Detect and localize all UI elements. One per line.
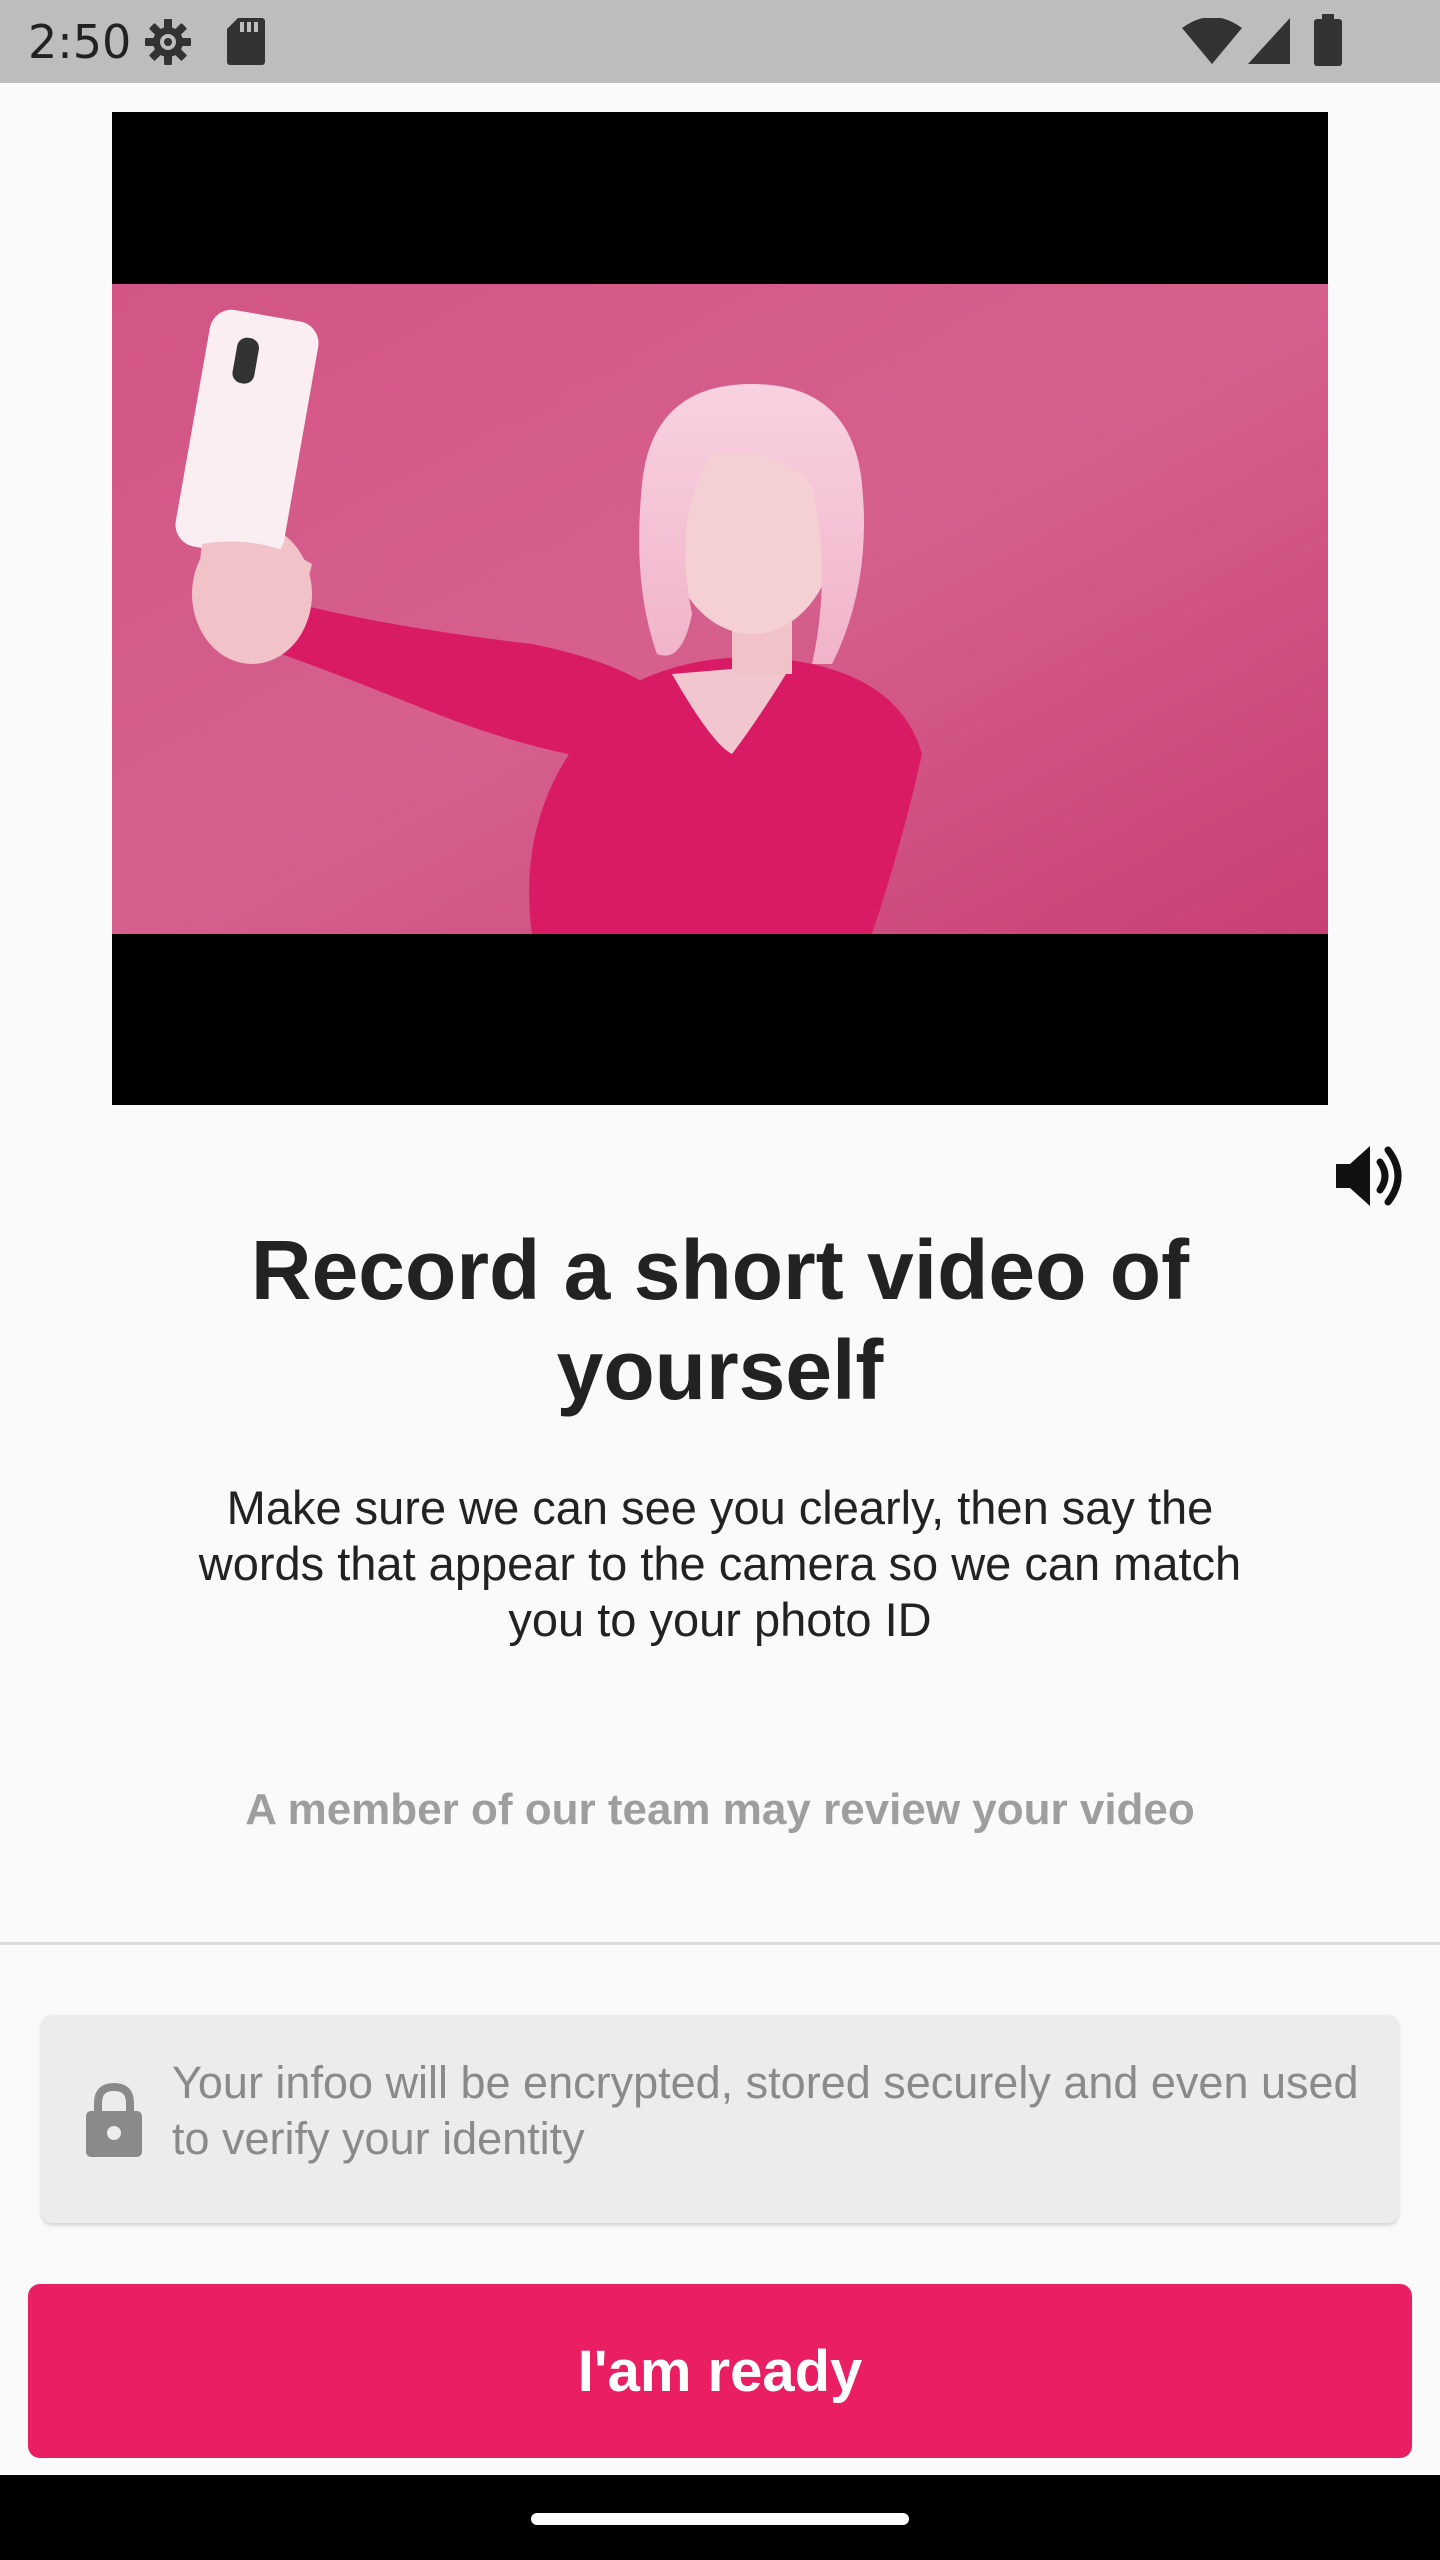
security-info-text: Your infoo will be encrypted, stored sec…	[172, 2057, 1359, 2164]
home-indicator[interactable]	[531, 2513, 909, 2525]
volume-up-icon	[1336, 1146, 1402, 1206]
video-player[interactable]	[112, 112, 1328, 1105]
instructions-text: Make sure we can see you clearly, then s…	[198, 1481, 1242, 1646]
battery-icon	[1312, 14, 1344, 71]
volume-toggle-button[interactable]	[1330, 1138, 1410, 1214]
ready-button[interactable]: I'am ready	[28, 2284, 1412, 2458]
navigation-bar	[0, 2475, 1440, 2560]
divider	[0, 1942, 1440, 1945]
page-title: Record a short video of yourself	[250, 1223, 1190, 1417]
status-bar: 2:50	[0, 0, 1440, 83]
signal-icon	[1248, 18, 1290, 69]
sd-card-icon	[226, 16, 266, 71]
security-info-card: Your infoo will be encrypted, stored sec…	[42, 2015, 1398, 2223]
settings-gear-icon	[142, 16, 194, 73]
status-time: 2:50	[28, 15, 132, 69]
video-thumbnail	[112, 284, 1328, 934]
wifi-icon	[1182, 17, 1242, 69]
review-note: A member of our team may review your vid…	[245, 1785, 1195, 1834]
lock-icon	[82, 2079, 146, 2159]
